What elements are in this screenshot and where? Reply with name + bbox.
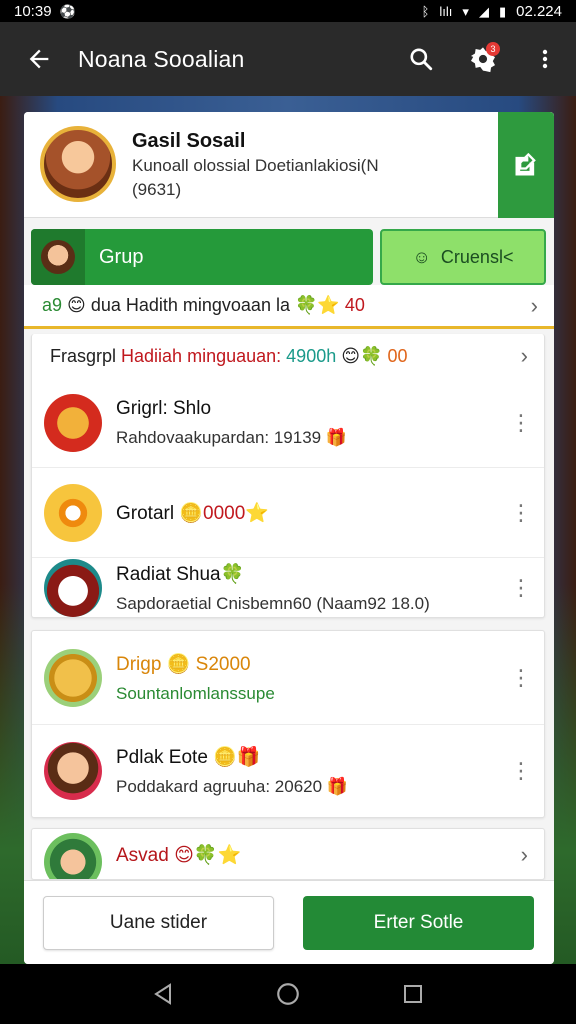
notification-badge: 3 (486, 42, 500, 56)
more-vert-icon (542, 49, 548, 69)
clover-icon: 🍀 (220, 564, 245, 585)
list-card-1: Frasgrpl Hadiiah minguauan: 4900h 😊🍀 00 … (31, 334, 545, 618)
item-title: Grigrl: Shlo (116, 397, 212, 419)
row-prefix: a9 (42, 295, 63, 315)
item-subtitle: Rahdovaakupardan: 19139 🎁 (116, 427, 348, 447)
emoji-icon: 😊🍀 (341, 345, 383, 366)
signal-strength-label: lılı (439, 3, 453, 19)
edit-icon (515, 152, 536, 176)
row-b-part2: Hadiiah minguauan: (121, 345, 282, 366)
list-item[interactable]: Asvad 😊🍀⭐ › (32, 829, 544, 879)
character-avatar-icon (44, 833, 102, 879)
status-time: 10:39 (14, 2, 52, 20)
coin-icon: 🪙 (179, 502, 204, 524)
profile-name: Gasil Sosail (132, 130, 246, 152)
item-title: Pdlak Eote 🪙🎁 (116, 747, 261, 768)
edit-profile-button[interactable] (498, 112, 554, 218)
group-button-label: Grup (99, 245, 144, 268)
star-icon: ⭐ (245, 502, 269, 524)
treasure-chest-icon (44, 393, 102, 452)
create-button[interactable]: ☺ Cruensl< (380, 229, 546, 285)
search-icon (410, 48, 433, 71)
group-thumbnail (31, 229, 85, 285)
battery-icon: ▮ (498, 3, 507, 19)
chevron-right-icon: › (520, 343, 528, 368)
item-subtitle: Sountanlomlanssupe (116, 683, 275, 703)
chevron-right-icon: › (530, 292, 538, 318)
gold-coin-icon (44, 483, 102, 542)
more-vert-icon[interactable]: ⋮ (504, 741, 538, 801)
more-vert-icon[interactable]: ⋮ (504, 558, 538, 618)
status-clock: 02.224 (516, 2, 562, 20)
home-nav-icon (277, 983, 299, 1005)
item-subtitle: Poddakard agruuha: 20620 🎁 (116, 777, 348, 796)
profile-count: (9631) (132, 180, 182, 199)
footer: Uane stider Erter Sotle (24, 880, 554, 964)
app-bar: Noana Sooalian 3 (0, 22, 576, 96)
coin-stack-icon (44, 648, 102, 707)
emoji-icon: 😊🍀⭐ (174, 845, 242, 866)
more-vert-icon[interactable]: ⋮ (504, 483, 538, 543)
coin-icon: 🪙 (166, 653, 191, 675)
gift-icon: 🎁 (326, 777, 348, 796)
home-nav-button[interactable] (258, 964, 318, 1024)
gift-icon: 🪙🎁 (213, 747, 261, 768)
back-button[interactable] (0, 22, 78, 96)
item-title: Asvad 😊🍀⭐ (116, 845, 242, 866)
row-b-part4: 00 (387, 345, 408, 366)
daily-reward-row[interactable]: a9 😊 dua Hadith mingvoaan la 🍀⭐ 40 › (24, 285, 554, 329)
page-title: Noana Sooalian (78, 45, 245, 72)
bluetooth-icon: ᛒ (421, 3, 430, 19)
settings-button[interactable]: 3 (452, 22, 514, 96)
coin-icon: 😊 (67, 295, 86, 315)
list-item[interactable]: Pdlak Eote 🪙🎁 Poddakard agruuha: 20620 🎁… (32, 725, 544, 817)
pet-avatar-icon (44, 559, 102, 617)
secondary-button[interactable]: Uane stider (43, 896, 274, 950)
item-title: Grotarl 🪙0000⭐ (116, 502, 269, 524)
main-panel: Gasil Sosail Kunoall olossial Doetianlak… (24, 112, 554, 964)
row-value: 40 (344, 295, 365, 315)
smiley-icon: ☺ (412, 246, 431, 267)
profile-subtitle: Kunoall olossial Doetianlakiosi(N (132, 156, 379, 175)
list-item[interactable]: Grotarl 🪙0000⭐ ⋮ (32, 468, 544, 558)
row-b-part1: Frasgrpl (50, 345, 117, 366)
soccer-ball-icon: ⚽ (59, 3, 76, 19)
row-b-part3: 4900h (286, 345, 337, 366)
wifi-icon: ▾ (462, 3, 469, 19)
primary-button[interactable]: Erter Sotle (303, 896, 534, 950)
list-card-3: Asvad 😊🍀⭐ › (31, 828, 545, 880)
back-nav-icon (153, 983, 171, 1005)
chevron-right-icon[interactable]: › (521, 842, 528, 868)
list-card-2: Drigp 🪙 S2000 Sountanlomlanssupe ⋮ Pdlak… (31, 630, 545, 818)
profile-card: Gasil Sosail Kunoall olossial Doetianlak… (24, 112, 554, 218)
item-title: Radiat Shua🍀 (116, 564, 245, 585)
more-options-button[interactable] (514, 22, 576, 96)
more-vert-icon[interactable]: ⋮ (504, 648, 538, 708)
gift-icon: 🎁 (325, 427, 348, 447)
cell-signal-icon: ◢ (478, 3, 489, 19)
list-item[interactable]: Grigrl: Shlo Rahdovaakupardan: 19139 🎁 ⋮ (32, 378, 544, 468)
group-button[interactable]: Grup (31, 229, 373, 285)
item-title: Drigp 🪙 S2000 (116, 653, 251, 675)
create-button-label: Cruensl< (440, 246, 514, 267)
back-nav-button[interactable] (133, 964, 193, 1024)
search-button[interactable] (390, 22, 452, 96)
recents-nav-button[interactable] (383, 964, 443, 1024)
back-arrow-icon (29, 49, 49, 69)
clover-icon: 🍀⭐ (294, 295, 340, 315)
hero-avatar-icon (44, 742, 102, 800)
list-item[interactable]: Radiat Shua🍀 Sapdoraetial Cnisbemn60 (Na… (32, 558, 544, 618)
more-vert-icon[interactable]: ⋮ (504, 393, 538, 453)
system-nav-bar (0, 964, 576, 1024)
item-subtitle: Sapdoraetial Cnisbemn60 (Naam92 18.0) (116, 594, 430, 613)
list-item[interactable]: Drigp 🪙 S2000 Sountanlomlanssupe ⋮ (32, 631, 544, 725)
weekly-reward-row[interactable]: Frasgrpl Hadiiah minguauan: 4900h 😊🍀 00 … (32, 334, 544, 378)
row-text: dua Hadith mingvoaan la (90, 295, 290, 315)
avatar (40, 126, 116, 202)
recents-nav-icon (404, 985, 423, 1003)
status-bar: 10:39 ⚽ ᛒ lılı ▾ ◢ ▮ 02.224 (0, 0, 576, 22)
